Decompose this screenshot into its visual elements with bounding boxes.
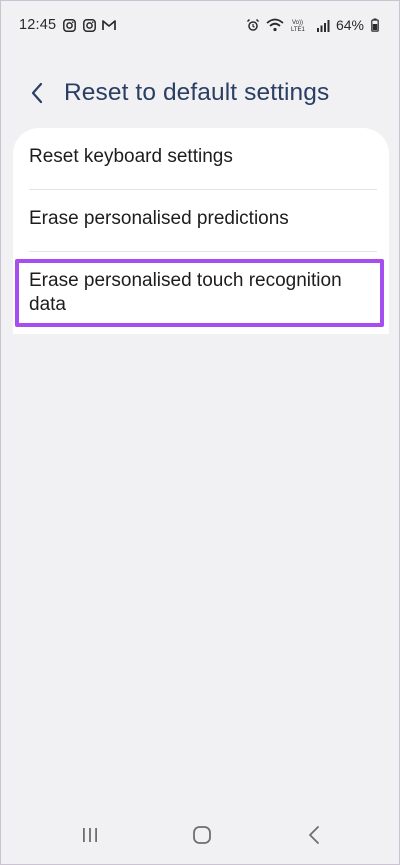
recents-button[interactable] — [70, 822, 110, 848]
list-item-reset-keyboard[interactable]: Reset keyboard settings — [29, 146, 373, 168]
home-icon — [193, 826, 211, 844]
nav-back-button[interactable] — [294, 822, 334, 848]
gmail-icon — [102, 18, 117, 32]
volte-icon: Vo)) LTE1 — [290, 18, 310, 32]
instagram-icon — [62, 18, 76, 32]
wifi-icon — [266, 18, 284, 32]
back-icon — [309, 826, 319, 844]
status-left: 12:45 — [19, 17, 117, 33]
recents-icon — [83, 828, 97, 842]
screen: 12:45 Vo)) LTE1 64% Reset to default set… — [0, 0, 400, 865]
svg-text:Vo)): Vo)) — [292, 20, 303, 26]
divider — [29, 189, 377, 190]
home-button[interactable] — [182, 822, 222, 848]
chevron-left-icon — [31, 82, 43, 104]
navigation-bar — [1, 804, 399, 864]
highlight-box — [15, 259, 384, 327]
battery-icon — [370, 18, 379, 32]
status-time: 12:45 — [19, 17, 57, 33]
battery-percent: 64% — [335, 17, 364, 33]
header: Reset to default settings — [1, 71, 399, 115]
status-bar: 12:45 Vo)) LTE1 64% — [1, 1, 399, 49]
page-title: Reset to default settings — [64, 79, 330, 106]
list-item-erase-predictions[interactable]: Erase personalised predictions — [29, 208, 373, 230]
instagram-icon — [82, 18, 96, 32]
status-right: Vo)) LTE1 64% — [246, 17, 379, 33]
signal-icon — [316, 18, 330, 32]
divider — [29, 251, 377, 252]
back-button[interactable] — [23, 77, 51, 109]
alarm-icon — [246, 18, 260, 32]
svg-text:LTE1: LTE1 — [291, 27, 306, 32]
